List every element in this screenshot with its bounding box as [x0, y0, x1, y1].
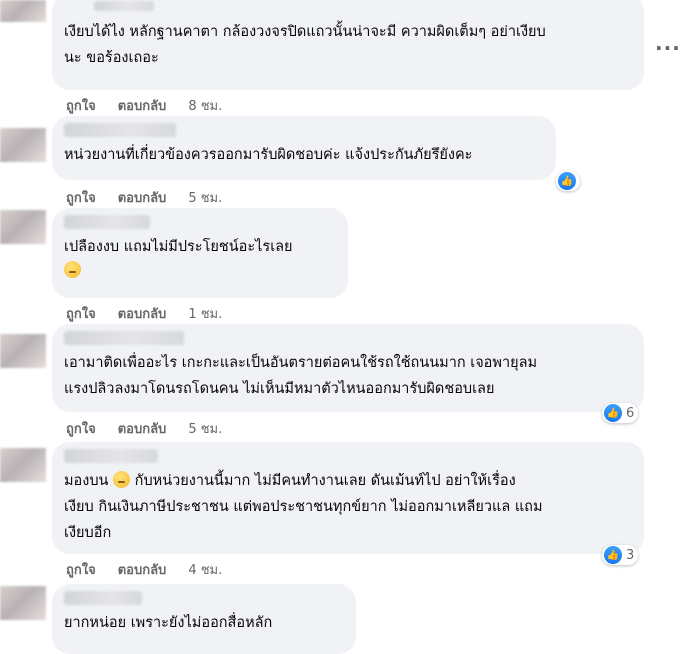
author-name-blurred[interactable] [64, 331, 184, 345]
reaction-summary[interactable]: 👍 3 [602, 545, 639, 565]
author-name-blurred[interactable] [64, 215, 150, 229]
comment-text: ยากหน่อย เพราะยังไม่ออกสื่อหลัก [64, 615, 273, 631]
reaction-count: 6 [626, 405, 635, 421]
reaction-count: 3 [626, 547, 635, 563]
comment-text: เอามาติดเพื่ออะไร เกะกะและเป็นอันตรายต่อ… [64, 355, 538, 397]
timestamp[interactable]: 1 ชม. [188, 303, 222, 324]
reaction-summary[interactable]: 👍 6 [602, 403, 639, 423]
author-name-blurred[interactable] [64, 591, 142, 605]
thumbs-up-icon: 👍 [558, 172, 576, 190]
reply-button[interactable]: ตอบกลับ [118, 187, 167, 208]
comment-text-start: มองบน [64, 473, 109, 489]
reply-button[interactable]: ตอบกลับ [118, 95, 167, 116]
author-name-blurred[interactable] [94, 1, 154, 11]
comment-text: เงียบได้ไง หลักฐานคาตา กล้องวงจรปิดแถวนั… [64, 24, 546, 66]
like-button[interactable]: ถูกใจ [66, 559, 96, 580]
comment-bubble: มองบน กับหน่วยงานนี้มาก ไม่มีคนทำงานเลย … [52, 442, 644, 554]
comment-text: เปลืองงบ แถมไม่มีประโยชน์อะไรเลย [64, 239, 293, 255]
avatar[interactable] [0, 0, 46, 22]
timestamp[interactable]: 5 ชม. [188, 187, 222, 208]
comment-actions: ถูกใจ ตอบกลับ 8 ชม. [66, 95, 222, 116]
timestamp[interactable]: 8 ชม. [188, 95, 222, 116]
comment-text-rest: กับหน่วยงานนี้มาก ไม่มีคนทำงานเลย ดันเม้… [64, 473, 543, 541]
like-button[interactable]: ถูกใจ [66, 95, 96, 116]
avatar[interactable] [0, 448, 46, 482]
rolling-eyes-emoji [113, 471, 131, 488]
timestamp[interactable]: 5 ชม. [188, 418, 222, 439]
avatar[interactable] [0, 128, 46, 162]
reply-button[interactable]: ตอบกลับ [118, 559, 167, 580]
reply-button[interactable]: ตอบกลับ [118, 303, 167, 324]
avatar[interactable] [0, 586, 46, 620]
thumbs-up-icon: 👍 [604, 404, 622, 422]
thumbs-up-icon: 👍 [604, 546, 622, 564]
comment-text: หน่วยงานที่เกี่ยวข้องควรออกมารับผิดชอบค่… [64, 147, 473, 163]
like-button[interactable]: ถูกใจ [66, 418, 96, 439]
comment-actions: ถูกใจ ตอบกลับ 4 ชม. [66, 559, 222, 580]
rolling-eyes-emoji [64, 261, 81, 278]
comment-bubble: ยากหน่อย เพราะยังไม่ออกสื่อหลัก [52, 584, 356, 654]
comment-bubble: เปลืองงบ แถมไม่มีประโยชน์อะไรเลย [52, 208, 348, 298]
comment-actions: ถูกใจ ตอบกลับ 5 ชม. [66, 418, 222, 439]
comment-actions: ถูกใจ ตอบกลับ 5 ชม. [66, 187, 222, 208]
comment-actions: ถูกใจ ตอบกลับ 1 ชม. [66, 303, 222, 324]
comment-bubble: หน่วยงานที่เกี่ยวข้องควรออกมารับผิดชอบค่… [52, 116, 556, 180]
more-options-icon[interactable]: ··· [655, 36, 681, 60]
comment-bubble: เงียบได้ไง หลักฐานคาตา กล้องวงจรปิดแถวนั… [52, 0, 644, 90]
avatar[interactable] [0, 334, 46, 368]
like-button[interactable]: ถูกใจ [66, 187, 96, 208]
timestamp[interactable]: 4 ชม. [188, 559, 222, 580]
comment-bubble: เอามาติดเพื่ออะไร เกะกะและเป็นอันตรายต่อ… [52, 324, 644, 412]
author-name-blurred[interactable] [64, 123, 176, 137]
like-button[interactable]: ถูกใจ [66, 303, 96, 324]
author-name-blurred[interactable] [64, 449, 158, 463]
reply-button[interactable]: ตอบกลับ [118, 418, 167, 439]
comment-text: มองบน กับหน่วยงานนี้มาก ไม่มีคนทำงานเลย … [64, 468, 632, 546]
avatar[interactable] [0, 210, 46, 244]
reaction-summary[interactable]: 👍 [556, 171, 580, 191]
